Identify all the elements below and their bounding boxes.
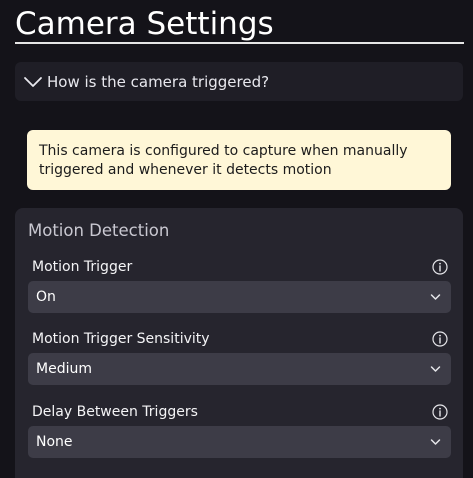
chevron-down-icon (430, 366, 441, 372)
info-icon[interactable] (432, 259, 448, 275)
select-value: Medium (36, 361, 92, 377)
info-icon[interactable] (432, 331, 448, 347)
select-value: None (36, 434, 73, 450)
delay-between-triggers-label: Delay Between Triggers (32, 404, 198, 420)
info-icon[interactable] (432, 404, 448, 420)
motion-detection-panel: Motion Detection Motion Trigger On Motio… (15, 208, 463, 478)
motion-trigger-sensitivity-select[interactable]: Medium (28, 353, 451, 385)
chevron-down-icon (430, 294, 441, 300)
motion-trigger-sensitivity-label: Motion Trigger Sensitivity (32, 331, 210, 347)
chevron-down-icon (430, 439, 441, 445)
title-divider (15, 42, 464, 44)
motion-trigger-select[interactable]: On (28, 281, 451, 313)
accordion-label: How is the camera triggered? (47, 73, 270, 91)
chevron-down-icon (24, 77, 42, 87)
page-title: Camera Settings (15, 6, 274, 42)
delay-between-triggers-select[interactable]: None (28, 426, 451, 458)
trigger-accordion-header[interactable]: How is the camera triggered? (15, 62, 463, 101)
select-value: On (36, 289, 56, 305)
motion-trigger-label: Motion Trigger (32, 259, 133, 275)
trigger-info-message: This camera is configured to capture whe… (27, 130, 451, 190)
section-title: Motion Detection (28, 221, 170, 240)
